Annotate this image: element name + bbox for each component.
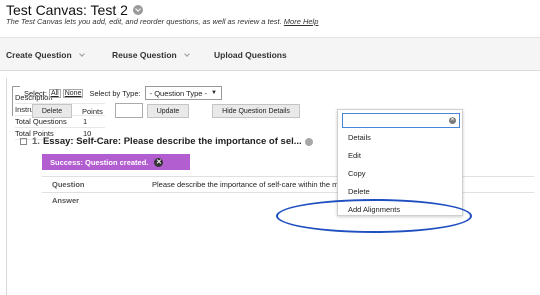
delete-button[interactable]: Delete <box>32 104 72 118</box>
update-button[interactable]: Update <box>147 104 189 118</box>
question-checkbox[interactable] <box>20 138 27 145</box>
reuse-question-button[interactable]: Reuse Question <box>112 50 190 60</box>
title-menu-chevron-icon[interactable] <box>132 5 143 15</box>
question-type-select[interactable]: - Question Type - ▼ <box>144 86 222 100</box>
action-bar: Create Question Reuse Question Upload Qu… <box>0 37 540 71</box>
upload-questions-button[interactable]: Upload Questions <box>214 50 287 60</box>
select-none-link[interactable]: None <box>62 88 84 98</box>
points-label: Points <box>82 107 103 116</box>
close-icon[interactable]: ✕ <box>154 157 164 167</box>
success-banner: Success: Question created. ✕ <box>42 154 190 170</box>
menu-item-edit[interactable]: Edit <box>348 151 361 160</box>
menu-item-delete[interactable]: Delete <box>348 187 370 196</box>
selection-row: Select: All None Select by Type: - Quest… <box>24 86 222 100</box>
menu-search-input[interactable]: ✕ <box>342 113 460 128</box>
page-header: Test Canvas: Test 2 The Test Canvas lets… <box>0 0 540 34</box>
more-help-link[interactable]: More Help <box>284 17 319 26</box>
dropdown-arrow-icon: ▼ <box>211 90 217 96</box>
hide-question-details-button[interactable]: Hide Question Details <box>212 104 300 118</box>
chevron-down-icon <box>183 50 190 57</box>
annotation-highlight-ellipse <box>276 199 472 233</box>
toolbar-bracket <box>12 86 20 116</box>
page-title: Test Canvas: Test 2 <box>6 2 143 18</box>
menu-item-details[interactable]: Details <box>348 133 371 142</box>
chevron-down-icon <box>78 50 85 57</box>
create-question-button[interactable]: Create Question <box>6 50 85 60</box>
question-title-row: 1. Essay: Self-Care: Please describe the… <box>20 136 313 147</box>
points-input[interactable] <box>115 103 143 118</box>
page-description: The Test Canvas lets you add, edit, and … <box>6 17 319 26</box>
clear-icon[interactable]: ✕ <box>449 117 456 124</box>
select-all-link[interactable]: All <box>48 88 61 98</box>
menu-item-copy[interactable]: Copy <box>348 169 366 178</box>
question-title[interactable]: Essay: Self-Care: Please describe the im… <box>43 136 302 147</box>
question-menu-chevron-icon[interactable] <box>304 137 313 146</box>
